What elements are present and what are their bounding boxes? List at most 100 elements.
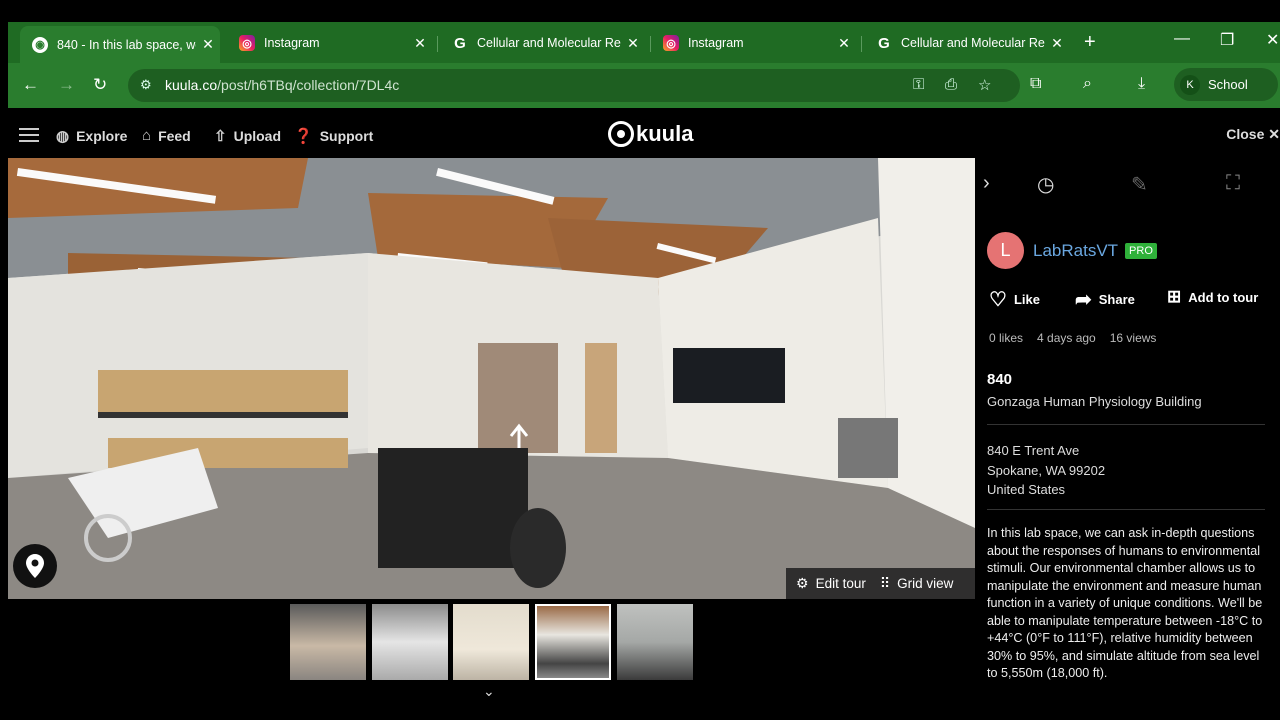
reload-icon[interactable]: ↻ [93, 75, 107, 95]
close-window-icon[interactable]: ✕ [1266, 30, 1279, 50]
download-icon[interactable]: ⤓ [1138, 75, 1145, 93]
author-name[interactable]: LabRatsVT [1033, 241, 1118, 261]
close-tab-icon[interactable]: ✕ [196, 36, 220, 53]
back-icon[interactable]: ← [22, 75, 39, 95]
close-tab-icon[interactable]: ✕ [1045, 35, 1069, 52]
extensions-icon[interactable]: ⧉ [1030, 75, 1041, 93]
minimize-icon[interactable]: — [1174, 30, 1190, 48]
add-to-tour-button[interactable]: ⊞ Add to tour [1167, 287, 1258, 307]
autorotate-icon[interactable]: ◷ [1037, 172, 1054, 197]
nav-upload[interactable]: ⇧ Upload [214, 127, 281, 145]
gear-icon: ⚙ [796, 575, 809, 591]
building-name: Gonzaga Human Physiology Building [987, 394, 1202, 409]
author-block: L LabRatsVT PRO [987, 232, 1157, 269]
top-nav: ◍ Explore ⌂ Feed ⇧ Upload ❓ Support kuula Cl… [8, 108, 1280, 158]
tab-strip: ◉ 840 - In this lab space, we ✕ ◎ Instag… [8, 22, 1280, 63]
like-button[interactable]: ♡ Like [989, 287, 1040, 312]
profile-label: School [1208, 77, 1248, 92]
tab-search-icon[interactable]: ⌕ [1083, 75, 1092, 93]
tab-instagram-2[interactable]: ◎ Instagram ✕ [651, 28, 856, 58]
share-button[interactable]: ➦ Share [1075, 287, 1135, 312]
tab-cellular-1[interactable]: G Cellular and Molecular Re ✕ [440, 28, 645, 58]
chevron-down-icon[interactable]: ⌄ [483, 683, 495, 700]
pencil-icon[interactable]: ✎ [1131, 172, 1148, 197]
browser-window: ◉ 840 - In this lab space, we ✕ ◎ Instag… [8, 22, 1280, 108]
post-title: 840 [987, 371, 1013, 388]
home-icon: ⌂ [142, 127, 152, 144]
tab-divider [861, 36, 862, 52]
tab-title: Cellular and Molecular Re [901, 36, 1045, 50]
address: 840 E Trent Ave Spokane, WA 99202 United… [987, 441, 1105, 500]
instagram-icon: ◎ [663, 35, 679, 51]
likes-count: 0 likes [989, 331, 1024, 345]
close-tab-icon[interactable]: ✕ [408, 35, 432, 52]
forward-icon[interactable]: → [58, 75, 75, 95]
globe-icon: ◍ [56, 128, 70, 145]
tab-title: Instagram [688, 36, 744, 50]
post-description: In this lab space, we can ask in-depth q… [987, 526, 1263, 680]
post-sidebar: › ◷ ✎ ⛶ L LabRatsVT PRO ♡ Like ➦ Share ⊞ Ad… [975, 158, 1280, 700]
panorama-image [8, 158, 975, 599]
help-icon: ❓ [294, 128, 313, 145]
pro-badge: PRO [1125, 242, 1157, 259]
browser-toolbar: ← → ↻ ⚙ kuula.co/post/h6TBq/collection/7… [8, 63, 1280, 108]
restore-icon[interactable]: ❐ [1220, 30, 1234, 50]
tab-title: Instagram [264, 36, 320, 50]
tab-title: 840 - In this lab space, we [57, 37, 196, 52]
nav-feed[interactable]: ⌂ Feed [142, 127, 191, 144]
profile-button[interactable]: K School [1174, 68, 1278, 101]
grid-view-button[interactable]: ⠿ Grid view [880, 575, 954, 592]
thumbnail[interactable] [453, 604, 529, 680]
close-tab-icon[interactable]: ✕ [621, 35, 645, 52]
divider [987, 424, 1265, 425]
tab-divider [437, 36, 438, 52]
edit-tour-button[interactable]: ⚙ Edit tour [796, 575, 866, 592]
tab-cellular-2[interactable]: G Cellular and Molecular Re ✕ [864, 28, 1069, 58]
install-app-icon[interactable]: ⎙ [945, 76, 957, 93]
kuula-page: ◍ Explore ⌂ Feed ⇧ Upload ❓ Support kuula Cl… [8, 108, 1280, 700]
thumbnail-strip [290, 604, 700, 681]
new-tab-icon[interactable]: + [1084, 31, 1096, 54]
grid-icon: ⠿ [879, 575, 891, 591]
kuula-logo-icon [608, 121, 634, 147]
google-icon: G [454, 34, 466, 52]
post-stats: 0 likes 4 days ago 16 views [989, 331, 1170, 345]
url-text: kuula.co/post/h6TBq/collection/7DL4c [165, 77, 400, 93]
location-pin-button[interactable] [13, 544, 57, 588]
tab-title: Cellular and Molecular Re [477, 36, 621, 50]
thumbnail[interactable] [290, 604, 366, 680]
nav-support[interactable]: ❓ Support [294, 127, 373, 145]
panorama-toolbar: ⚙ Edit tour ⠿ Grid view [786, 568, 975, 599]
nav-explore[interactable]: ◍ Explore [56, 127, 127, 145]
thumbnail[interactable] [372, 604, 448, 680]
avatar: K [1180, 74, 1200, 95]
close-tab-icon[interactable]: ✕ [832, 35, 856, 52]
site-info-icon[interactable]: ⚙ [140, 77, 152, 93]
post-actions: ♡ Like ➦ Share ⊞ Add to tour [989, 287, 1279, 311]
address-bar[interactable]: ⚙ kuula.co/post/h6TBq/collection/7DL4c ⚿… [128, 69, 1020, 102]
close-button[interactable]: Close ✕ [1226, 126, 1280, 143]
share-icon: ➦ [1075, 289, 1092, 311]
author-avatar[interactable]: L [987, 232, 1024, 269]
thumbnail-selected[interactable] [535, 604, 611, 680]
divider [987, 509, 1265, 510]
tab-kuula[interactable]: ◉ 840 - In this lab space, we ✕ [20, 26, 220, 63]
kuula-logo[interactable]: kuula [608, 121, 693, 147]
posted-time: 4 days ago [1037, 331, 1096, 345]
instagram-icon: ◎ [239, 35, 255, 51]
menu-icon[interactable] [19, 128, 39, 142]
add-box-icon: ⊞ [1167, 287, 1182, 306]
address-line: 840 E Trent Ave [987, 443, 1080, 458]
screen: ◉ 840 - In this lab space, we ✕ ◎ Instag… [0, 0, 1280, 720]
panorama-viewer[interactable]: ⚙ Edit tour ⠿ Grid view [8, 158, 975, 599]
tab-instagram-1[interactable]: ◎ Instagram ✕ [227, 28, 432, 58]
collapse-sidebar-icon[interactable]: › [983, 172, 990, 195]
fullscreen-icon[interactable]: ⛶ [1226, 172, 1240, 195]
google-icon: G [878, 34, 890, 52]
bookmark-star-icon[interactable]: ☆ [978, 76, 991, 94]
thumbnail[interactable] [617, 604, 693, 680]
map-pin-icon [26, 554, 44, 578]
views-count: 16 views [1109, 331, 1157, 345]
upload-icon: ⇧ [214, 128, 227, 145]
password-key-icon[interactable]: ⚿ [913, 76, 924, 93]
